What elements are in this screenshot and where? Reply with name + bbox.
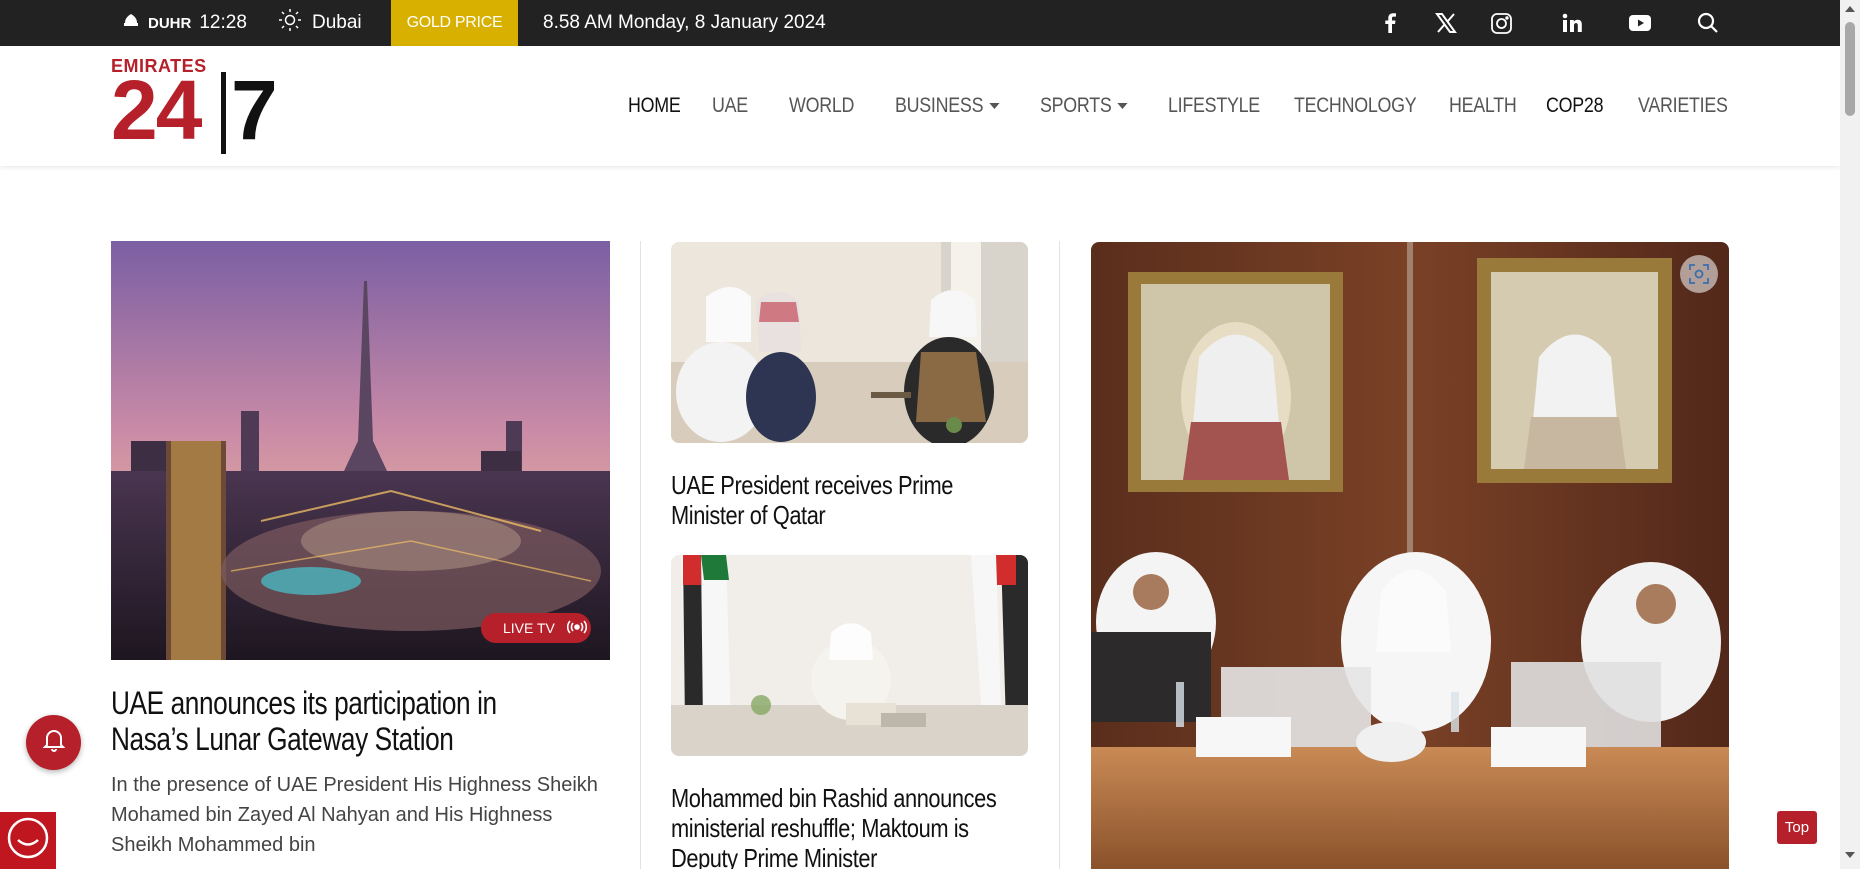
- site-header: EMIRATES 24 7 HOME UAE WORLD BUSINESS SP…: [0, 46, 1840, 166]
- prayer-label: DUHR: [148, 14, 192, 32]
- page-scrollbar[interactable]: [1840, 0, 1860, 869]
- lead-article-title[interactable]: UAE announces its participation in Nasa’…: [111, 685, 570, 757]
- datetime-text: 8.58 AM Monday, 8 January 2024: [543, 12, 826, 33]
- lead-article-summary: In the presence of UAE President His Hig…: [111, 774, 598, 856]
- emirates247-logo[interactable]: EMIRATES 24 7: [111, 56, 278, 157]
- gold-price-label: GOLD PRICE: [406, 14, 503, 31]
- smile-icon: [5, 815, 51, 866]
- nav-sports[interactable]: SPORTS: [1040, 46, 1128, 166]
- linkedin-icon[interactable]: [1557, 0, 1587, 46]
- weather-widget: Dubai: [278, 0, 362, 46]
- facebook-icon[interactable]: [1375, 0, 1405, 46]
- second-article-image[interactable]: [671, 242, 1028, 443]
- featured-article-image[interactable]: [1091, 242, 1729, 869]
- broadcast-icon: [566, 619, 587, 637]
- current-datetime: 8.58 AM Monday, 8 January 2024: [543, 0, 826, 46]
- chevron-down-icon: [1117, 103, 1128, 109]
- nav-health-label: HEALTH: [1449, 94, 1517, 117]
- top-bar: DUHR 12:28 Dubai GOLD PRICE 8.58 AM Mond…: [0, 0, 1840, 46]
- nav-cop28-label: COP28: [1546, 94, 1604, 117]
- nav-health[interactable]: HEALTH: [1449, 46, 1517, 166]
- live-tv-label: LIVE TV: [503, 620, 555, 636]
- scroll-up-arrow-icon[interactable]: [1845, 6, 1855, 12]
- nav-world[interactable]: WORLD: [789, 46, 854, 166]
- column-divider: [1059, 241, 1060, 869]
- expand-image-icon[interactable]: [1680, 255, 1718, 293]
- nav-technology[interactable]: TECHNOLOGY: [1294, 46, 1417, 166]
- second-article-title[interactable]: UAE President receives Prime Minister of…: [671, 470, 1024, 530]
- nav-uae[interactable]: UAE: [712, 46, 748, 166]
- nav-lifestyle[interactable]: LIFESTYLE: [1168, 46, 1260, 166]
- nav-world-label: WORLD: [789, 94, 855, 117]
- nav-cop28[interactable]: COP28: [1546, 46, 1604, 166]
- instagram-icon[interactable]: [1486, 0, 1516, 46]
- notification-bell-button[interactable]: [26, 715, 81, 770]
- logo-seven: 7: [231, 63, 278, 157]
- chevron-down-icon: [989, 103, 1000, 109]
- nav-home-label: HOME: [628, 94, 681, 117]
- nav-varieties-label: VARIETIES: [1638, 94, 1728, 117]
- logo-number: 24: [111, 63, 202, 157]
- bell-icon: [42, 727, 66, 758]
- sun-icon: [278, 8, 302, 38]
- scroll-down-arrow-icon[interactable]: [1845, 852, 1855, 858]
- nav-home[interactable]: HOME: [628, 46, 681, 166]
- lead-article-image[interactable]: [111, 241, 610, 660]
- nav-uae-label: UAE: [712, 94, 748, 117]
- third-article-image[interactable]: [671, 555, 1028, 756]
- scroll-thumb[interactable]: [1845, 22, 1855, 116]
- nav-business-label: BUSINESS: [895, 94, 984, 117]
- live-tv-badge[interactable]: LIVE TV: [481, 613, 591, 643]
- nav-lifestyle-label: LIFESTYLE: [1168, 94, 1260, 117]
- back-to-top-button[interactable]: Top: [1777, 811, 1817, 844]
- nav-sports-label: SPORTS: [1040, 94, 1112, 117]
- nav-varieties[interactable]: VARIETIES: [1638, 46, 1728, 166]
- support-widget-button[interactable]: [0, 812, 56, 869]
- x-icon[interactable]: [1431, 0, 1461, 46]
- logo-divider: [221, 72, 226, 154]
- prayer-time: 12:28: [199, 12, 247, 33]
- nav-business[interactable]: BUSINESS: [895, 46, 1000, 166]
- search-icon[interactable]: [1693, 0, 1723, 46]
- youtube-icon[interactable]: [1625, 0, 1655, 46]
- prayer-time-widget: DUHR 12:28: [122, 0, 247, 46]
- mosque-icon: [122, 12, 140, 34]
- third-article-title[interactable]: Mohammed bin Rashid announces ministeria…: [671, 783, 1024, 869]
- weather-city: Dubai: [312, 12, 362, 33]
- nav-technology-label: TECHNOLOGY: [1294, 94, 1417, 117]
- back-to-top-label: Top: [1784, 819, 1810, 836]
- column-divider: [640, 241, 641, 869]
- gold-price-button[interactable]: GOLD PRICE: [391, 0, 518, 46]
